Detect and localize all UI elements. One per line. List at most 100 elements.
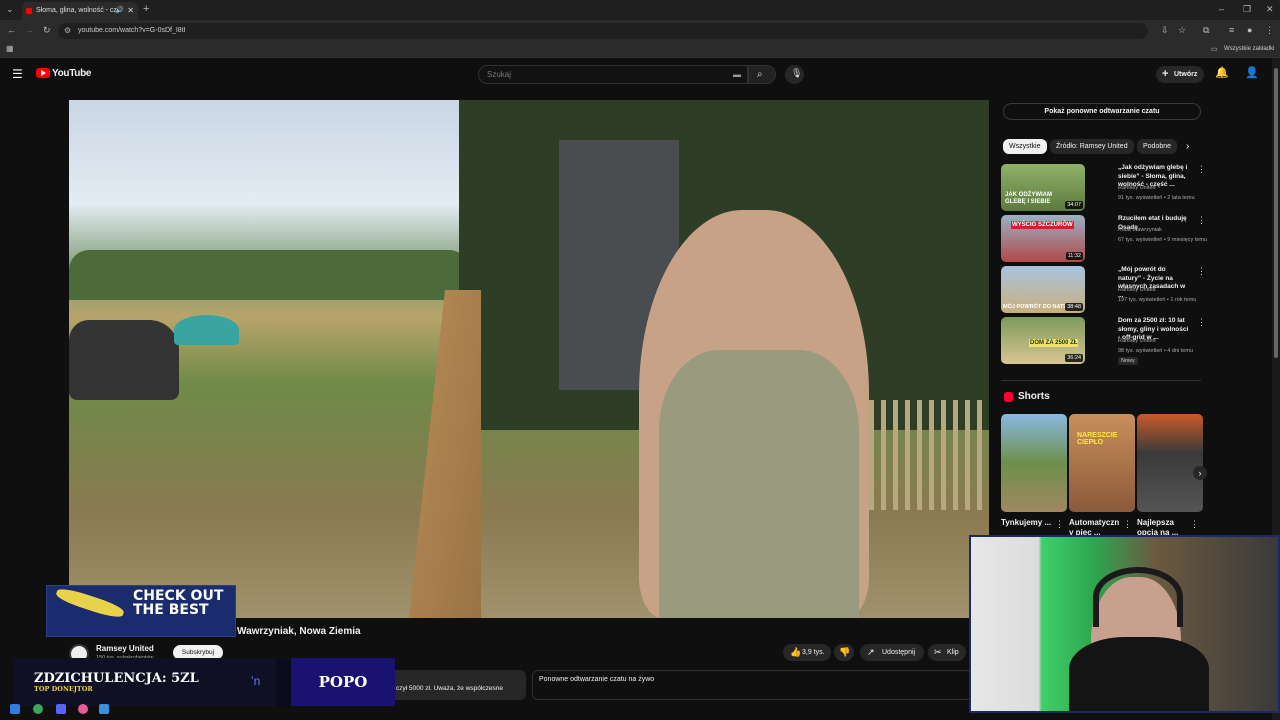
account-avatar-icon[interactable]: 👤 <box>1245 68 1259 79</box>
short-thumbnail[interactable] <box>1001 414 1067 512</box>
channel-name[interactable]: Kuba Wawrzyniak <box>1118 227 1198 234</box>
more-options-icon[interactable]: ⋮ <box>1055 519 1064 530</box>
hamburger-menu-icon[interactable]: ☰ <box>12 68 23 80</box>
channel-name[interactable]: Ramsey United <box>1118 338 1198 345</box>
more-options-icon[interactable]: ⋮ <box>1197 317 1206 328</box>
keyboard-icon[interactable]: ▬ <box>733 66 741 83</box>
donation-subtext: TOP DONEJTOR <box>34 685 93 693</box>
show-chat-replay-button[interactable]: Pokaż ponowne odtwarzanie czatu <box>1003 103 1201 120</box>
channel-name[interactable]: Ramsey United <box>1118 287 1198 294</box>
donation-alert-overlay: ZDZICHULENCJA: 5ZL TOP DONEJTOR ʼn POPO <box>13 658 395 706</box>
search-input[interactable]: Szukaj ▬ <box>478 65 748 84</box>
thumbnail-text: DOM ZA 2500 ZŁ <box>1029 339 1079 347</box>
forward-icon[interactable]: → <box>25 26 34 35</box>
video-title: Wawrzyniak, Nowa Ziemia <box>237 626 361 637</box>
shorts-heading: Shorts <box>1018 391 1050 402</box>
more-options-icon[interactable]: ⋮ <box>1197 266 1206 277</box>
microphone-icon: 🎙 <box>791 68 803 78</box>
video-title[interactable]: „Mój powrót do natury” - Życie na własny… <box>1118 266 1190 300</box>
more-options-icon[interactable]: ⋮ <box>1190 519 1199 530</box>
thumbnail-text: WYŚCIG SZCZURÓW <box>1011 221 1074 229</box>
notifications-bell-icon[interactable]: 🔔 <box>1215 68 1229 79</box>
browser-menu-icon[interactable]: ⋮ <box>1265 26 1274 35</box>
rocket-graphic <box>54 586 126 621</box>
browser-tab-bar: ⌄ Słoma, glina, wolność - cz 🔊 ✕ + – ❐ ✕ <box>0 0 1280 20</box>
steam-icon[interactable] <box>99 704 109 714</box>
dislike-button[interactable]: 👎 <box>834 644 854 661</box>
video-thumbnail[interactable]: WYŚCIG SZCZURÓW 11:32 <box>1001 215 1085 262</box>
more-options-icon[interactable]: ⋮ <box>1197 215 1206 226</box>
section-divider <box>1001 380 1201 381</box>
chip-source[interactable]: Źródło: Ramsey United <box>1050 139 1134 154</box>
install-icon[interactable]: ⇩ <box>1161 26 1169 35</box>
shorts-next-button[interactable]: › <box>1193 466 1207 480</box>
youtube-logo-text[interactable]: YouTube <box>52 68 92 79</box>
headphones <box>1093 567 1183 627</box>
description-box[interactable]: czył 5000 zł. Uważa, że współczesne <box>380 670 526 700</box>
short-thumbnail-text: NARESZCIE CIEPŁO <box>1077 432 1118 446</box>
voice-search-button[interactable]: 🎙 <box>785 65 804 84</box>
recommendation-item[interactable]: JAK ODŻYWIAM GLEBĘ I SIEBIE 34:07 „Jak o… <box>1001 164 1206 211</box>
restore-icon[interactable]: ❐ <box>1243 5 1251 14</box>
close-window-icon[interactable]: ✕ <box>1266 5 1274 14</box>
streamer-webcam <box>969 535 1280 713</box>
car <box>69 320 179 400</box>
like-button[interactable]: 👍 3,9 tys. <box>783 644 831 661</box>
browser-toolbar: ← → ↻ ⚙ youtube.com/watch?v=G-0sDf_I8tI … <box>0 20 1280 42</box>
search-button[interactable]: ⌕ <box>748 65 776 84</box>
site-info-icon[interactable]: ⚙ <box>64 23 71 39</box>
video-thumbnail[interactable]: DOM ZA 2500 ZŁ 36:24 <box>1001 317 1085 364</box>
more-options-icon[interactable]: ⋮ <box>1123 519 1132 530</box>
chip-related[interactable]: Podobne <box>1137 139 1177 154</box>
video-thumbnail[interactable]: MÓJ POWRÓT DO NATURY 38:48 <box>1001 266 1085 313</box>
chrome-icon[interactable] <box>33 704 43 714</box>
thumbs-up-icon: 👍 <box>790 647 802 657</box>
video-meta: 67 tys. wyświetleń • 9 miesięcy temu <box>1118 237 1208 243</box>
share-button[interactable]: ↗ Udostępnij <box>860 644 924 661</box>
close-tab-icon[interactable]: ✕ <box>127 2 134 20</box>
chevron-right-icon[interactable]: › <box>1186 142 1189 152</box>
new-tab-icon[interactable]: + <box>143 4 149 15</box>
search-icon: ⌕ <box>757 69 763 80</box>
video-meta: 91 tys. wyświetleń • 2 lata temu <box>1118 195 1195 201</box>
short-thumbnail[interactable] <box>1137 414 1203 512</box>
more-options-icon[interactable]: ⋮ <box>1197 164 1206 175</box>
video-meta: 197 tys. wyświetleń • 1 rok temu <box>1118 297 1197 303</box>
profile-icon[interactable]: ● <box>1247 26 1252 35</box>
browser-tab[interactable]: Słoma, glina, wolność - cz 🔊 ✕ <box>22 2 138 20</box>
short-title[interactable]: Tynkujemy ... <box>1001 518 1057 528</box>
video-player[interactable] <box>69 100 989 618</box>
create-button[interactable]: + Utwórz <box>1156 66 1204 83</box>
scrollbar-thumb[interactable] <box>1274 68 1278 358</box>
extensions-icon[interactable]: ⧉ <box>1203 26 1209 35</box>
video-thumbnail[interactable]: JAK ODŻYWIAM GLEBĘ I SIEBIE 34:07 <box>1001 164 1085 211</box>
windows-start-icon[interactable] <box>10 704 20 714</box>
video-duration: 11:32 <box>1065 252 1083 260</box>
speaker-icon[interactable]: 🔊 <box>115 2 124 20</box>
recommendation-item[interactable]: WYŚCIG SZCZURÓW 11:32 Rzuciłem etat i bu… <box>1001 215 1208 262</box>
back-icon[interactable]: ← <box>7 26 16 35</box>
media-control-icon[interactable]: ≡ <box>1229 26 1234 35</box>
channel-name[interactable]: Ramsey United <box>1118 185 1198 192</box>
app-icon[interactable] <box>78 704 88 714</box>
donation-right-label: POPO <box>291 658 395 706</box>
minimize-icon[interactable]: – <box>1219 5 1224 14</box>
bookmark-star-icon[interactable]: ☆ <box>1178 26 1186 35</box>
youtube-logo-icon[interactable] <box>36 68 50 78</box>
discord-icon[interactable] <box>56 704 66 714</box>
channel-name[interactable]: Ramsey United <box>96 644 154 653</box>
url-text: youtube.com/watch?v=G-0sDf_I8tI <box>78 27 186 34</box>
short-thumbnail[interactable]: NARESZCIE CIEPŁO <box>1069 414 1135 512</box>
chat-replay-title: Ponowne odtwarzanie czatu na żywo <box>539 676 655 683</box>
recommendation-item[interactable]: DOM ZA 2500 ZŁ 36:24 Dom za 2500 zł: 10 … <box>1001 317 1206 367</box>
apps-grid-icon[interactable]: ▦ <box>6 45 14 53</box>
video-duration: 36:24 <box>1065 354 1083 362</box>
tab-list-icon[interactable]: ⌄ <box>6 5 14 14</box>
chip-all[interactable]: Wszystkie <box>1003 139 1047 154</box>
reload-icon[interactable]: ↻ <box>43 26 51 35</box>
clip-button[interactable]: ✂ Klip <box>928 644 966 661</box>
all-bookmarks-link[interactable]: Wszystkie zakładki <box>1224 46 1274 52</box>
recommendation-item[interactable]: MÓJ POWRÓT DO NATURY 38:48 „Mój powrót d… <box>1001 266 1206 313</box>
chat-replay-panel[interactable]: Ponowne odtwarzanie czatu na żywo <box>532 670 972 700</box>
address-bar[interactable]: ⚙ youtube.com/watch?v=G-0sDf_I8tI <box>58 23 1148 39</box>
